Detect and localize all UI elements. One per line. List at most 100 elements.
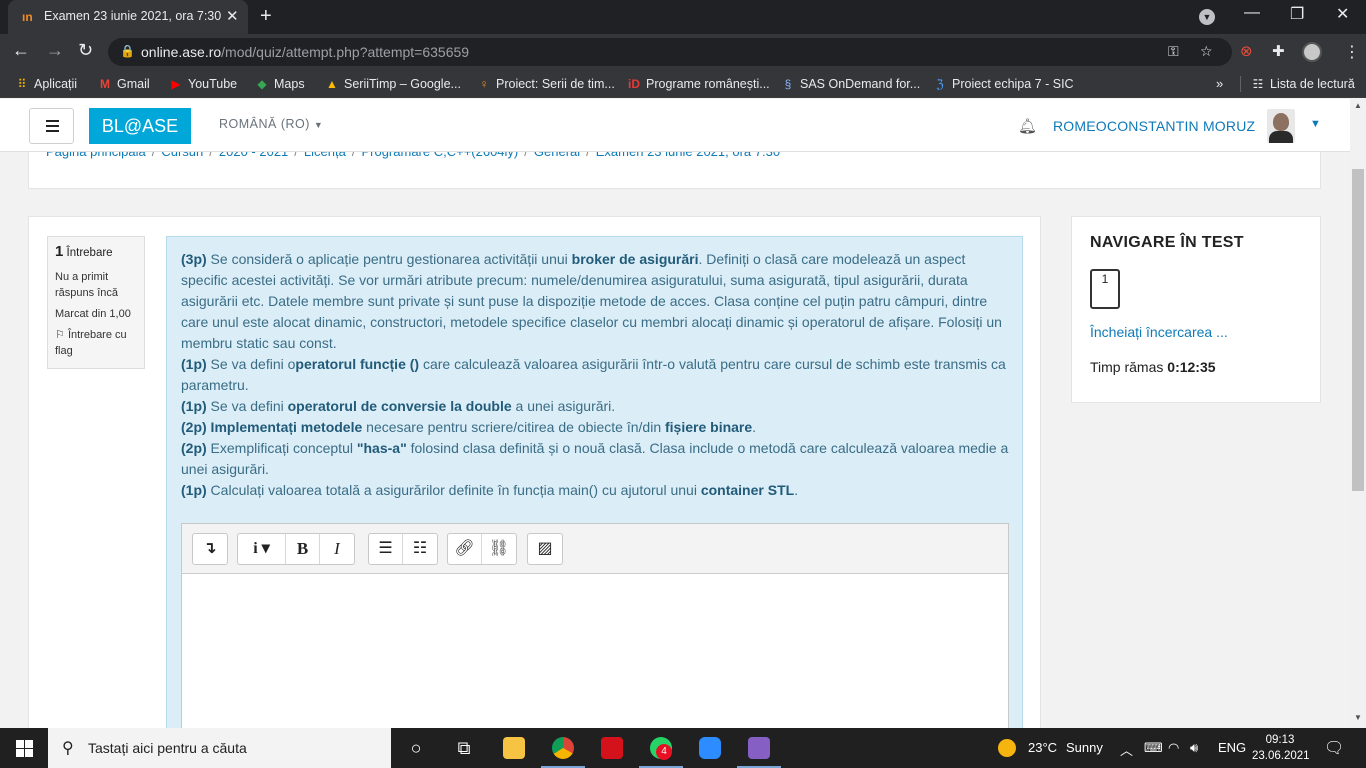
lock-icon[interactable]: 🔒 [120, 44, 135, 58]
editor-group-toggle: ↴ [192, 533, 228, 565]
cortana-icon[interactable]: ○ [394, 734, 438, 768]
caret-down-icon: ▼ [313, 120, 324, 130]
editor-group-links: 🔗︎ ⛓ [447, 533, 517, 565]
search-icon: ⚲ [62, 740, 74, 757]
tray-overflow-icon[interactable]: ︿ [1120, 740, 1133, 759]
question-status: Nu a primit răspuns încă [55, 271, 118, 299]
ordered-list-icon[interactable]: ☷ [403, 534, 437, 564]
chrome-icon[interactable] [541, 734, 585, 768]
maps-icon: ◆ [257, 77, 267, 91]
restore-icon[interactable]: ❐ [1290, 4, 1304, 24]
user-name[interactable]: ROMEOCONSTANTIN MORUZ [1053, 118, 1255, 134]
bookmark-icon: iD [628, 77, 640, 91]
toolbar-toggle-icon[interactable]: ↴ [193, 534, 227, 564]
visual-studio-icon[interactable] [737, 734, 781, 768]
editor-group-lists: ☰ ☷ [368, 533, 438, 565]
flag-question-button[interactable]: ⚐ Întrebare cu flag [55, 327, 137, 359]
question-info-box: 1 Întrebare Nu a primit răspuns încă Mar… [47, 236, 145, 369]
reading-list-button[interactable]: ☷ Lista de lectură [1250, 77, 1355, 91]
bookmark-proiect-echipa[interactable]: ℨ Proiect echipa 7 - SIC [932, 77, 1073, 91]
gmail-icon: M [100, 77, 110, 91]
reload-icon[interactable]: ↻ [78, 40, 93, 61]
sunny-weather-icon[interactable] [998, 739, 1016, 757]
apps-grid-icon: ⠿ [17, 77, 27, 91]
google-drive-icon: ▲ [326, 77, 338, 91]
file-explorer-icon[interactable] [492, 734, 536, 768]
hamburger-menu-button[interactable] [29, 108, 74, 144]
scroll-up-icon[interactable]: ▲ [1354, 101, 1362, 110]
zoom-icon[interactable] [688, 734, 732, 768]
unlink-icon[interactable]: ⛓ [482, 534, 516, 564]
tab-search-icon[interactable]: ▼ [1199, 9, 1215, 25]
finish-attempt-link[interactable]: Încheiați încercarea ... [1090, 324, 1228, 340]
url-text[interactable]: online.ase.ro/mod/quiz/attempt.php?attem… [141, 44, 469, 60]
bookmark-sas[interactable]: § SAS OnDemand for... [780, 77, 921, 91]
unordered-list-icon[interactable]: ☰ [369, 534, 403, 564]
acrobat-icon[interactable] [590, 734, 634, 768]
notification-bell-icon[interactable]: 🔔︎ [1018, 117, 1037, 135]
scroll-down-icon[interactable]: ▼ [1354, 713, 1362, 722]
bookmark-icon: ♀ [479, 77, 489, 91]
user-menu-caret-icon[interactable]: ▼ [1310, 118, 1321, 130]
link-icon[interactable]: 🔗︎ [448, 534, 482, 564]
azure-devops-icon: ℨ [936, 77, 944, 91]
minimize-icon[interactable]: — [1244, 4, 1260, 22]
windows-taskbar: ⚲ Tastați aici pentru a căuta ○ ⧉ 23°C S… [0, 728, 1366, 768]
scrollbar-thumb[interactable] [1352, 169, 1364, 491]
question-body: (3p) Se consideră o aplicație pentru ges… [181, 251, 1009, 498]
temperature[interactable]: 23°C [1028, 740, 1057, 755]
bookmark-apps[interactable]: ⠿ Aplicații [14, 77, 77, 91]
task-view-icon[interactable]: ⧉ [442, 734, 486, 768]
page-scrollbar[interactable]: ▲ ▼ [1350, 99, 1366, 728]
site-brand[interactable]: BL@ASE [89, 108, 191, 144]
taskbar-clock[interactable]: 09:13 23.06.2021 [1252, 732, 1310, 764]
back-icon[interactable]: ← [12, 40, 30, 61]
extensions-puzzle-icon[interactable]: ✚ [1272, 42, 1285, 60]
editor-toolbar: ↴ i ▾ B I ☰ ☷ 🔗︎ ⛓ ▨ [182, 524, 1008, 574]
close-window-icon[interactable]: ✕ [1336, 4, 1349, 24]
bookmark-programe[interactable]: iD Programe românești... [626, 77, 770, 91]
network-icon[interactable]: ◠ [1168, 740, 1179, 756]
taskbar-search-box[interactable]: ⚲ Tastați aici pentru a căuta [48, 728, 391, 768]
answer-textarea[interactable] [182, 575, 1008, 728]
question-nav-button[interactable]: 1 [1090, 269, 1120, 309]
italic-icon[interactable]: I [320, 534, 354, 564]
volume-icon[interactable]: 🔊︎ [1190, 740, 1198, 756]
notification-center-icon[interactable]: 🗨︎ [1324, 738, 1344, 758]
language-selector[interactable]: ROMÂNĂ (RO) ▼ [219, 117, 323, 131]
sas-icon: § [784, 77, 792, 91]
taskbar-search-placeholder: Tastați aici pentru a căuta [88, 740, 247, 756]
page-viewport: Pagina principală/Cursuri/2020 - 2021/Li… [0, 99, 1350, 728]
windows-start-icon[interactable] [16, 740, 33, 757]
bookmarks-separator [1240, 76, 1241, 92]
paragraph-style-icon[interactable]: i ▾ [238, 534, 286, 564]
bookmarks-more-icon[interactable]: » [1216, 76, 1223, 91]
address-bar[interactable]: 🔒 online.ase.ro/mod/quiz/attempt.php?att… [108, 38, 1232, 66]
forward-icon[interactable]: → [46, 40, 64, 61]
moodle-icon: ın [22, 10, 33, 24]
keyboard-icon[interactable]: ⌨ [1144, 740, 1163, 756]
image-icon[interactable]: ▨ [528, 534, 562, 564]
browser-tab[interactable]: ın Examen 23 iunie 2021, ora 7:30 ✕ [8, 0, 248, 34]
blocker-extension-icon[interactable]: ⊗ [1240, 42, 1253, 60]
key-icon[interactable]: ⚿ [1168, 43, 1179, 60]
answer-editor: ↴ i ▾ B I ☰ ☷ 🔗︎ ⛓ ▨ [181, 523, 1009, 728]
weather-text[interactable]: Sunny [1066, 740, 1103, 755]
input-language[interactable]: ENG [1218, 740, 1246, 755]
user-avatar[interactable] [1267, 109, 1295, 143]
bookmarks-bar: ⠿ Aplicații M Gmail ▶ YouTube ◆ Maps ▲ SeriiT… [0, 70, 1366, 98]
bookmark-gmail[interactable]: M Gmail [97, 77, 150, 91]
star-icon[interactable]: ☆ [1200, 43, 1213, 60]
bold-icon[interactable]: B [286, 534, 320, 564]
bookmark-seriitimp[interactable]: ▲ SeriiTimp – Google... [324, 77, 461, 91]
new-tab-icon[interactable]: + [260, 5, 272, 28]
bookmark-youtube[interactable]: ▶ YouTube [168, 77, 237, 91]
question-text-panel: (3p) Se consideră o aplicație pentru ges… [166, 236, 1023, 728]
menu-kebab-icon[interactable]: ⋮ [1344, 42, 1360, 62]
reading-list-icon: ☷ [1252, 77, 1264, 91]
profile-avatar[interactable] [1302, 42, 1322, 62]
time-remaining: Timp rămas 0:12:35 [1090, 359, 1216, 375]
tab-close-icon[interactable]: ✕ [226, 7, 239, 25]
bookmark-maps[interactable]: ◆ Maps [254, 77, 304, 91]
bookmark-proiect-serii[interactable]: ♀ Proiect: Serii de tim... [476, 77, 615, 91]
